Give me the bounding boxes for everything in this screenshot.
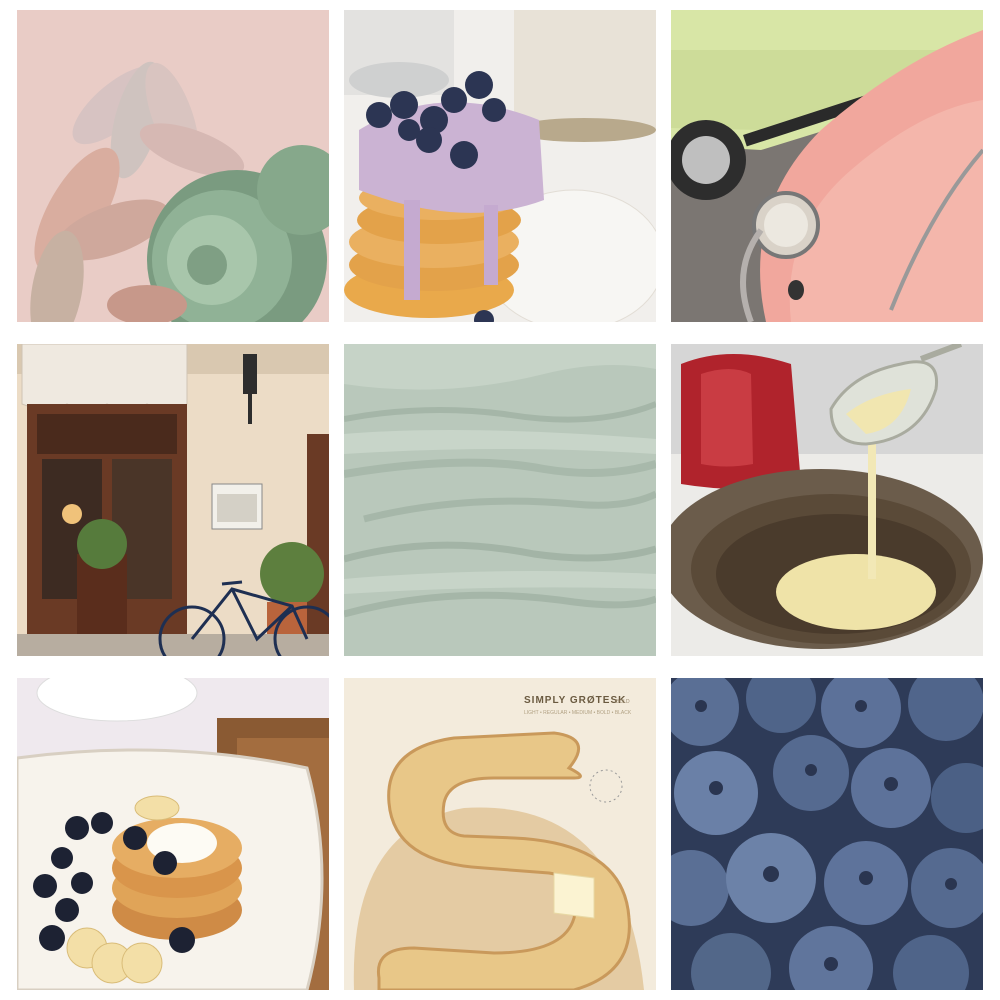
photo-blueberries: [671, 678, 983, 990]
photo-pouring-batter: [671, 344, 983, 656]
typeface-sub: BOLD: [616, 699, 630, 705]
photo-frosting-texture: [344, 344, 656, 656]
photo-succulents: [17, 10, 329, 322]
photo-cafe-storefront: [17, 344, 329, 656]
typeface-brand: SIMPLY GRØTESK: [524, 695, 626, 706]
photo-pancakes-banana: [17, 678, 329, 990]
photo-pancake-letter-s: SIMPLY GRØTESK BOLD LIGHT • REGULAR • ME…: [344, 678, 656, 990]
pancake-batter: [776, 554, 936, 630]
photo-blueberry-pancakes: [344, 10, 656, 322]
photo-vintage-cars: [671, 10, 983, 322]
typeface-weights: LIGHT • REGULAR • MEDIUM • BOLD • BLACK: [524, 710, 632, 716]
